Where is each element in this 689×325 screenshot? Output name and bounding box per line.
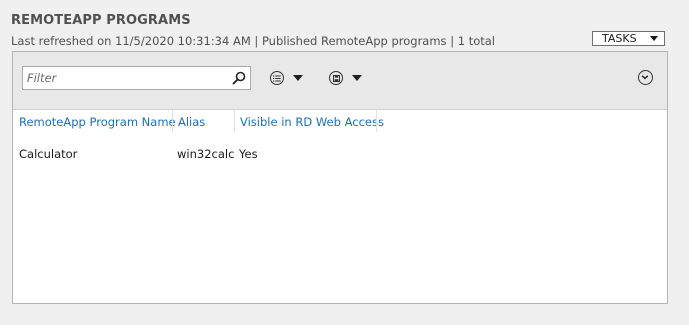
- search-icon[interactable]: [232, 71, 246, 85]
- cell-alias: win32calc: [177, 147, 235, 161]
- column-divider[interactable]: [172, 110, 173, 132]
- caret-down-icon: [650, 36, 658, 41]
- save-icon: [329, 71, 343, 85]
- toolbar: [13, 52, 667, 110]
- filter-input[interactable]: [27, 68, 217, 88]
- tasks-dropdown-button[interactable]: TASKS: [592, 31, 665, 46]
- column-divider[interactable]: [234, 110, 235, 132]
- programs-panel: RemoteApp Program Name Alias Visible in …: [12, 51, 668, 304]
- save-query-button[interactable]: [329, 70, 362, 86]
- cell-visible: Yes: [239, 147, 258, 161]
- filter-box[interactable]: [22, 66, 251, 90]
- column-header-alias[interactable]: Alias: [178, 115, 205, 133]
- chevron-down-circle-icon[interactable]: [638, 70, 653, 85]
- chevron-down-icon: [352, 75, 362, 81]
- table-row[interactable]: [13, 141, 667, 163]
- column-divider[interactable]: [376, 110, 377, 132]
- section-title: REMOTEAPP PROGRAMS: [11, 13, 191, 28]
- column-header-program-name[interactable]: RemoteApp Program Name: [19, 115, 176, 133]
- remoteapp-programs-tile: REMOTEAPP PROGRAMS Last refreshed on 11/…: [0, 0, 689, 325]
- column-header-visible[interactable]: Visible in RD Web Access: [240, 115, 384, 133]
- list-options-button[interactable]: [270, 70, 303, 86]
- refresh-status-text: Last refreshed on 11/5/2020 10:31:34 AM …: [11, 34, 495, 48]
- list-options-icon: [270, 71, 284, 85]
- cell-program-name: Calculator: [19, 147, 78, 161]
- tasks-label: TASKS: [602, 32, 637, 45]
- chevron-down-icon: [293, 75, 303, 81]
